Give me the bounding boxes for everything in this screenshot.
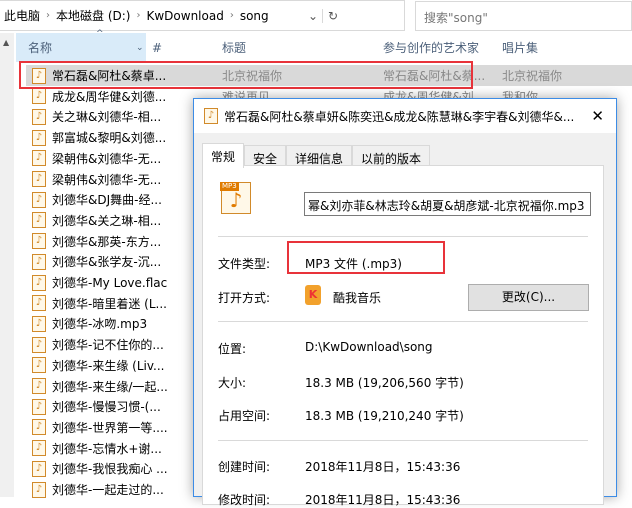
column-num[interactable]: # [152,33,162,62]
mp3-file-icon: ♪ [204,108,218,124]
music-file-icon: ♪ [32,253,46,270]
music-file-icon: ♪ [32,108,46,125]
tab-bar: 常规 安全 详细信息 以前的版本 [202,143,431,168]
divider [218,440,588,441]
refresh-icon[interactable]: ↻ [322,8,338,23]
music-file-icon: ♪ [32,315,46,332]
column-name[interactable]: 名称 ^ ⌄ [16,29,146,62]
crumb-song[interactable]: song [240,9,269,23]
tab-details[interactable]: 详细信息 [286,145,353,167]
music-file-icon: ♪ [32,150,46,167]
file-album: 北京祝福你 [502,69,563,83]
tab-security[interactable]: 安全 [244,145,287,167]
music-file-icon: ♪ [32,419,46,436]
file-name: 刘德华-来生缘 (Liv... [52,358,165,373]
file-name: 梁朝伟&刘德华-无... [52,172,162,187]
music-file-icon: ♪ [32,233,46,250]
divider [218,321,588,322]
music-file-icon: ♪ [32,378,46,394]
location-label: 位置: [218,342,247,356]
music-file-icon: ♪ [32,295,46,312]
size-value: 18.3 MB (19,206,560 字节) [305,376,464,390]
file-name: 刘德华-我恨我痴心 ... [52,462,168,477]
divider [218,236,588,237]
search-input[interactable]: 搜索"song" [415,1,632,31]
music-file-icon: ♪ [32,129,46,146]
address-bar[interactable]: 此电脑 › 本地磁盘 (D:) › KwDownload › song ⌄ ↻ [0,0,405,31]
highlight-box [19,61,473,89]
change-button[interactable]: 更改(C)... [468,284,589,311]
file-name: 刘德华-一起走过的... [52,483,164,497]
chevron-down-icon[interactable]: ⌄ [136,43,144,53]
open-with-label: 打开方式: [218,291,271,305]
mp3-large-icon: ♪ MP3 [220,182,251,214]
file-name: 刘德华&那英-东方... [52,234,162,249]
close-icon[interactable]: ✕ [591,107,604,125]
file-name: 郭富城&黎明&刘德... [52,131,167,146]
dialog-title: 常石磊&阿杜&蔡卓妍&陈奕迅&成龙&陈慧琳&李宇春&刘德华&... [224,109,575,124]
file-name: 刘德华&关之琳-相... [52,213,162,228]
file-name: 刘德华-来生缘/一起... [52,379,168,394]
music-file-icon: ♪ [32,212,46,229]
file-name: 成龙&周华健&刘德... [52,89,167,104]
tab-general[interactable]: 常规 [202,143,245,168]
location-value: D:\KwDownload\song [305,340,433,354]
sort-up-icon: ^ [96,29,104,39]
created-label: 创建时间: [218,460,271,474]
crumb-this-pc[interactable]: 此电脑 [4,7,40,24]
file-name: 梁朝伟&刘德华-无... [52,151,162,166]
dialog-titlebar[interactable]: ♪ 常石磊&阿杜&蔡卓妍&陈奕迅&成龙&陈慧琳&李宇春&刘德华&... ✕ [194,99,616,133]
file-name: 刘德华-冰吻.mp3 [52,317,148,332]
music-file-icon: ♪ [32,336,46,353]
file-name: 刘德华-世界第一等.... [52,420,168,435]
crumb-kwdownload[interactable]: KwDownload [146,9,223,23]
music-file-icon: ♪ [32,88,46,105]
file-name: 刘德华-My Love.flac [52,276,168,290]
crumb-drive[interactable]: 本地磁盘 (D:) [56,7,130,24]
disk-size-value: 18.3 MB (19,210,240 字节) [305,409,464,423]
scroll-up-icon[interactable]: ▲ [3,38,9,47]
file-name: 刘德华&张学友-沉... [52,255,162,270]
file-name: 刘德华-忘情水+谢... [52,441,162,456]
properties-dialog: ♪ 常石磊&阿杜&蔡卓妍&陈奕迅&成龙&陈慧琳&李宇春&刘德华&... ✕ 常规… [193,98,617,507]
nav-pane-scrollbar[interactable]: ▲ [0,33,14,497]
music-file-icon: ♪ [32,171,46,187]
file-name: 刘德华-慢慢习惯-(... [52,400,161,415]
chevron-right-icon: › [46,10,51,21]
filename-input[interactable]: 幂&刘亦菲&林志玲&胡夏&胡彦斌-北京祝福你.mp3 [304,192,591,216]
modified-value: 2018年11月8日，15:43:36 [305,493,461,507]
open-with-value: 酷我音乐 [333,291,382,305]
chevron-right-icon: › [229,10,234,21]
highlight-box [287,241,445,274]
chevron-right-icon: › [136,10,141,21]
disk-size-label: 占用空间: [218,409,271,423]
music-file-icon: ♪ [32,191,46,208]
size-label: 大小: [218,376,247,390]
tab-previous-versions[interactable]: 以前的版本 [352,145,431,167]
music-file-icon: ♪ [32,398,46,415]
kuwo-music-icon: K [305,285,321,305]
modified-label: 修改时间: [218,493,271,507]
column-name-label: 名称 [28,41,53,55]
file-name: 刘德华-暗里着迷 (L... [52,296,167,311]
column-artist[interactable]: 参与创作的艺术家 [383,33,479,62]
music-file-icon: ♪ [32,460,46,477]
chevron-down-icon[interactable]: ⌄ [308,9,318,23]
file-name: 关之琳&刘德华-相... [52,110,162,125]
music-file-icon: ♪ [32,357,46,374]
file-name: 刘德华-记不住你的... [52,338,164,353]
column-album[interactable]: 唱片集 [502,33,538,62]
column-title[interactable]: 标题 [222,33,246,62]
created-value: 2018年11月8日，15:43:36 [305,460,461,474]
music-file-icon: ♪ [32,440,46,457]
music-file-icon: ♪ [32,274,46,291]
file-name: 刘德华&DJ舞曲-经... [52,193,162,208]
music-file-icon: ♪ [32,481,46,498]
general-panel: ♪ MP3 幂&刘亦菲&林志玲&胡夏&胡彦斌-北京祝福你.mp3 文件类型: MP… [202,165,604,507]
type-label: 文件类型: [218,257,271,271]
